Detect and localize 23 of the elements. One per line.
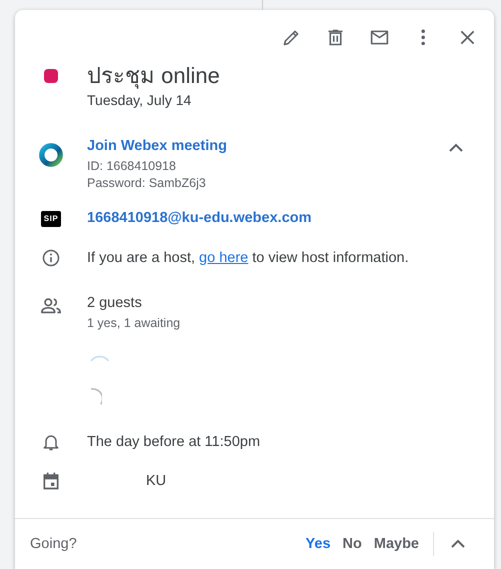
reminder-text: The day before at 11:50pm bbox=[87, 433, 262, 452]
meeting-id: ID: 1668410918 bbox=[87, 159, 177, 173]
calendar-icon bbox=[41, 471, 61, 491]
guest-summary: 1 yes, 1 awaiting bbox=[87, 316, 182, 330]
loading-spinner-icon bbox=[90, 388, 102, 406]
rsvp-option[interactable]: Maybe bbox=[368, 532, 425, 556]
webex-logo-icon bbox=[38, 142, 64, 168]
info-icon bbox=[41, 248, 61, 268]
more-icon bbox=[420, 28, 426, 46]
host-info-text: If you are a host, go here to view host information. bbox=[87, 249, 410, 268]
sip-icon: SIP bbox=[40, 211, 62, 227]
guest-count: 2 guests bbox=[87, 294, 143, 313]
rsvp-option[interactable]: No bbox=[336, 532, 368, 556]
event-title: ประชุม online bbox=[87, 62, 221, 90]
sip-address-link[interactable]: 1668410918@ku-edu.webex.com bbox=[87, 208, 474, 228]
go-here-link[interactable]: go here bbox=[199, 250, 248, 266]
loading-spinner-icon bbox=[90, 355, 110, 363]
meeting-password: Password: SambZ6j3 bbox=[87, 176, 207, 190]
going-prompt: Going? bbox=[30, 536, 78, 552]
join-meeting-link[interactable]: Join Webex meeting bbox=[87, 136, 444, 156]
calendar-name: KU bbox=[145, 472, 168, 491]
rsvp-option[interactable]: Yes bbox=[300, 532, 337, 556]
event-date: Tuesday, July 14 bbox=[87, 92, 192, 108]
